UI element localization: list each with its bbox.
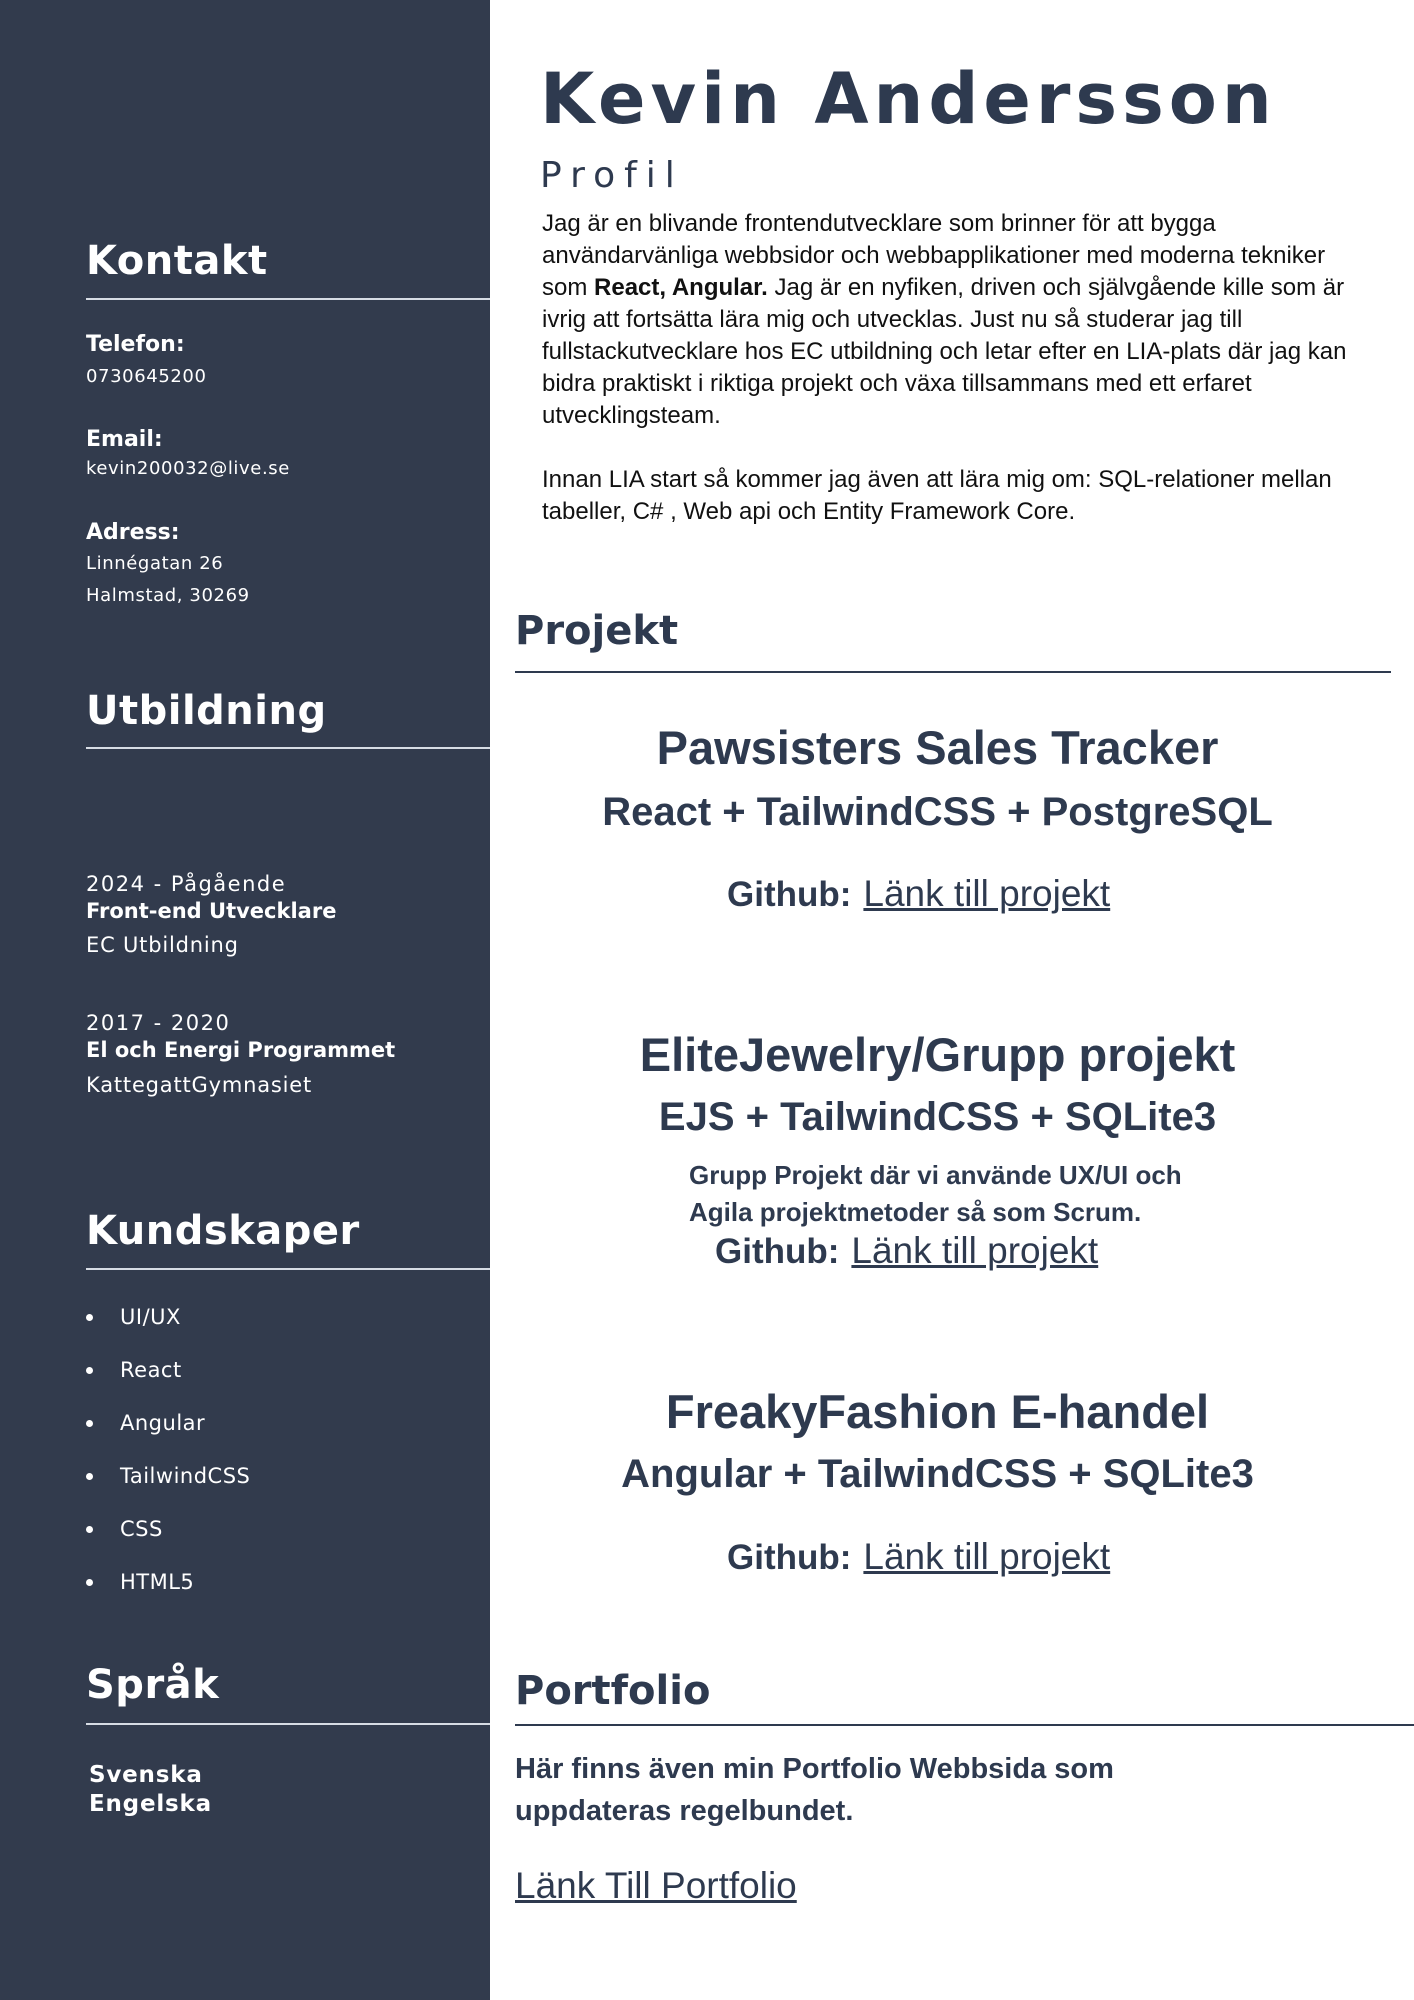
project-title: Pawsisters Sales Tracker: [656, 721, 1219, 774]
project-link[interactable]: Länk till projekt: [863, 873, 1110, 914]
education-school: KattegattGymnasiet: [86, 1073, 312, 1097]
address-line-1: Linnégatan 26: [86, 553, 224, 574]
project-link[interactable]: Länk till projekt: [851, 1230, 1098, 1271]
project-link[interactable]: Länk till projekt: [863, 1536, 1110, 1577]
github-row: Github: Länk till projekt: [727, 1536, 1110, 1580]
portfolio-text: Här finns även min Portfolio Webbsida so…: [515, 1753, 1114, 1827]
email-value: kevin200032@live.se: [86, 458, 290, 479]
email-label: Email:: [86, 427, 163, 452]
github-row: Github: Länk till projekt: [727, 873, 1110, 917]
project-title: FreakyFashion E-handel: [665, 1385, 1210, 1438]
skills-list: UI/UX React Angular TailwindCSS CSS HTML…: [86, 1300, 250, 1618]
portfolio-link[interactable]: Länk Till Portfolio: [515, 1865, 797, 1907]
skill-item: HTML5: [86, 1565, 250, 1618]
bullet-icon: [86, 1420, 93, 1427]
language-item: Engelska: [89, 1791, 212, 1817]
profile-tech-highlight: React, Angular.: [594, 274, 768, 301]
address-label: Adress:: [86, 520, 180, 545]
phone-label: Telefon:: [86, 332, 185, 357]
education-years: 2024 - Pågående: [86, 872, 287, 896]
contact-heading: Kontakt: [86, 238, 268, 284]
education-title: Front-end Utvecklare: [86, 899, 337, 923]
github-label: Github:: [715, 1232, 840, 1271]
education-title: El och Energi Programmet: [86, 1038, 396, 1062]
projects-heading: Projekt: [515, 608, 679, 654]
project-tech: EJS + TailwindCSS + SQLite3: [658, 1095, 1217, 1139]
person-name: Kevin Andersson: [540, 58, 1277, 140]
education-divider: [86, 747, 490, 749]
education-school: EC Utbildning: [86, 933, 239, 957]
skills-heading: Kundskaper: [86, 1208, 360, 1254]
profile-heading: Profil: [540, 155, 684, 196]
project-description: Grupp Projekt där vi använde UX/UI och A…: [689, 1160, 1182, 1227]
profile-text: Jag är en blivande frontendutvecklare so…: [542, 208, 1372, 528]
phone-value: 0730645200: [86, 366, 207, 387]
portfolio-divider: [515, 1724, 1414, 1726]
profile-paragraph: Innan LIA start så kommer jag även att l…: [542, 466, 1332, 525]
skill-item: TailwindCSS: [86, 1459, 250, 1512]
github-row: Github: Länk till projekt: [715, 1230, 1098, 1274]
projects-divider: [515, 671, 1391, 673]
education-years: 2017 - 2020: [86, 1011, 231, 1035]
skills-divider: [86, 1268, 490, 1270]
bullet-icon: [86, 1314, 93, 1321]
skill-item: React: [86, 1353, 250, 1406]
languages-heading: Språk: [86, 1662, 220, 1708]
bullet-icon: [86, 1579, 93, 1586]
skill-item: CSS: [86, 1512, 250, 1565]
project-title: EliteJewelry/Grupp projekt: [639, 1028, 1236, 1081]
skill-item: UI/UX: [86, 1300, 250, 1353]
address-line-2: Halmstad, 30269: [86, 585, 250, 606]
sidebar: Kontakt Telefon: 0730645200 Email: kevin…: [0, 0, 490, 2000]
bullet-icon: [86, 1526, 93, 1533]
profile-paragraph: Jag är en blivande frontendutvecklare so…: [542, 210, 1347, 429]
project-tech: Angular + TailwindCSS + SQLite3: [621, 1452, 1254, 1496]
languages-divider: [86, 1723, 490, 1725]
project-tech: React + TailwindCSS + PostgreSQL: [602, 790, 1273, 834]
education-heading: Utbildning: [86, 688, 327, 734]
language-item: Svenska: [89, 1762, 203, 1788]
contact-divider: [86, 298, 490, 300]
portfolio-heading: Portfolio: [515, 1668, 711, 1714]
github-label: Github:: [727, 875, 852, 914]
bullet-icon: [86, 1367, 93, 1374]
bullet-icon: [86, 1473, 93, 1480]
github-label: Github:: [727, 1538, 852, 1577]
skill-item: Angular: [86, 1406, 250, 1459]
